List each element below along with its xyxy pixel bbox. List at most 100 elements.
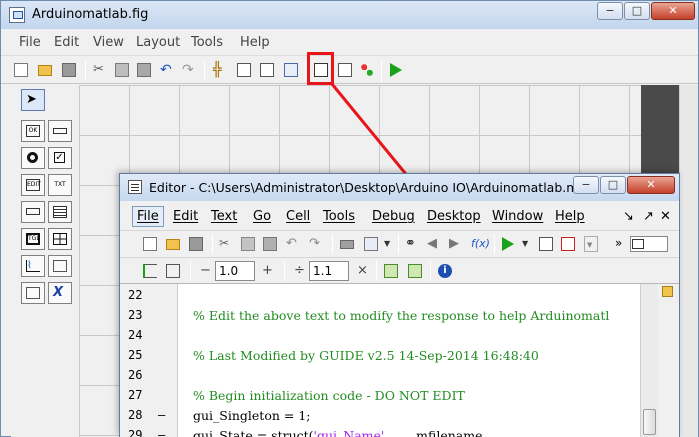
new-figure-button[interactable] <box>12 61 30 79</box>
ed-set-breakpoint-button[interactable] <box>538 236 554 252</box>
guide-menu-help[interactable]: Help <box>240 35 270 50</box>
dock-icon[interactable]: ↘ <box>623 209 634 224</box>
code-line[interactable]: % Last Modified by GUIDE v2.5 14-Sep-201… <box>193 348 539 363</box>
ed-forward-button[interactable]: ▶ <box>448 236 464 252</box>
menu-editor-button[interactable] <box>235 61 253 79</box>
ed-cut-button[interactable]: ✂ <box>218 236 234 252</box>
property-inspector-button[interactable] <box>336 61 354 79</box>
ed-clear-breakpoints-button[interactable] <box>560 236 576 252</box>
palette-select-tool[interactable]: ➤ <box>21 89 45 111</box>
guide-maximize-button[interactable]: □ <box>624 2 650 20</box>
guide-menu-edit[interactable]: Edit <box>54 35 79 50</box>
editor-maximize-button[interactable]: □ <box>600 176 626 194</box>
divide-label[interactable]: ÷ <box>294 263 305 278</box>
palette-push-button[interactable]: OK <box>21 120 45 142</box>
toolbar-editor-button[interactable] <box>282 61 300 79</box>
increment-label[interactable]: + <box>262 263 273 278</box>
copy-button[interactable] <box>113 61 131 79</box>
guide-menu-view[interactable]: View <box>93 35 124 50</box>
ed-cell-mode-button[interactable] <box>363 236 379 252</box>
ed-copy-button[interactable] <box>240 236 256 252</box>
palette-panel[interactable] <box>48 255 72 277</box>
scale-value-field[interactable]: 1.1 <box>309 261 349 281</box>
palette-toggle-button[interactable]: TGL <box>21 228 45 250</box>
run-figure-button[interactable] <box>388 61 406 79</box>
decrement-label[interactable]: − <box>200 263 211 278</box>
increment-value-field[interactable]: 1.0 <box>215 261 255 281</box>
editor-menu-help[interactable]: Help <box>555 209 585 224</box>
cut-button[interactable]: ✂ <box>91 61 109 79</box>
ed-save-button[interactable] <box>188 236 204 252</box>
editor-menu-file[interactable]: File <box>132 206 164 227</box>
editor-menu-cell[interactable]: Cell <box>286 209 310 224</box>
paste-button[interactable] <box>135 61 153 79</box>
palette-axes[interactable]: ⌇ <box>21 255 45 277</box>
code-scroll-thumb[interactable] <box>643 409 656 435</box>
editor-menu-desktop[interactable]: Desktop <box>427 209 481 224</box>
warning-indicator-icon[interactable] <box>662 286 673 297</box>
editor-menu-window[interactable]: Window <box>492 209 543 224</box>
ed-undo-button[interactable]: ↶ <box>285 236 301 252</box>
editor-menu-edit[interactable]: Edit <box>173 209 198 224</box>
guide-close-button[interactable]: ✕ <box>651 2 695 20</box>
ed-toolbar-overflow[interactable]: » <box>614 236 630 252</box>
ed-run-dropdown[interactable]: ▼ <box>521 236 537 252</box>
ed-layout-dropdown[interactable] <box>630 236 668 252</box>
insert-cell-divider-button[interactable] <box>142 263 158 279</box>
code-line[interactable]: % Edit the above text to modify the resp… <box>193 308 609 323</box>
editor-close-button[interactable]: ✕ <box>627 176 675 194</box>
evaluate-cell-button[interactable] <box>383 263 399 279</box>
redo-button[interactable]: ↷ <box>180 61 198 79</box>
palette-activex[interactable]: X <box>48 282 72 304</box>
editor-menu-debug[interactable]: Debug <box>372 209 415 224</box>
editor-menu-tools[interactable]: Tools <box>323 209 355 224</box>
ed-back-button[interactable]: ◀ <box>426 236 442 252</box>
ed-print-button[interactable] <box>339 236 355 252</box>
executable-line-marker[interactable]: – <box>158 408 165 422</box>
tab-order-editor-button[interactable] <box>258 61 276 79</box>
undo-button[interactable]: ↶ <box>158 61 176 79</box>
ed-find-button[interactable]: ⚭ <box>404 236 420 252</box>
undock-icon[interactable]: ↗ <box>643 209 654 224</box>
align-objects-button[interactable]: ╬ <box>211 61 229 79</box>
multiply-label[interactable]: × <box>357 263 368 278</box>
insert-cell-title-button[interactable] <box>165 263 181 279</box>
palette-radio-button[interactable] <box>21 147 45 169</box>
palette-slider[interactable] <box>48 120 72 142</box>
guide-menu-layout[interactable]: Layout <box>136 35 180 50</box>
ed-run-button[interactable] <box>501 236 517 252</box>
code-line[interactable]: gui_Singleton = 1; <box>193 408 311 423</box>
ed-paste-button[interactable] <box>262 236 278 252</box>
palette-button-group[interactable] <box>21 282 45 304</box>
code-line[interactable]: gui_State = struct('gui_Name', mfilename… <box>193 428 502 437</box>
palette-listbox[interactable] <box>48 201 72 223</box>
guide-menu-tools[interactable]: Tools <box>191 35 223 50</box>
object-browser-button[interactable] <box>358 61 376 79</box>
cell-help-button[interactable]: i <box>437 263 453 279</box>
ed-new-button[interactable] <box>142 236 158 252</box>
editor-minimize-button[interactable]: − <box>573 176 599 194</box>
guide-menu-file[interactable]: File <box>19 35 41 50</box>
guide-minimize-button[interactable]: − <box>597 2 623 20</box>
code-editor[interactable]: 22 23 24 25 26 27 28 – 29 – % Edit the above text… <box>120 284 679 437</box>
ed-cell-mode-dropdown[interactable]: ▼ <box>383 236 399 252</box>
palette-checkbox[interactable]: ✓ <box>48 147 72 169</box>
ed-open-button[interactable] <box>165 236 181 252</box>
palette-static-text[interactable]: TXT <box>48 174 72 196</box>
editor-menu-go[interactable]: Go <box>253 209 271 224</box>
editor-menu-text[interactable]: Text <box>211 209 237 224</box>
executable-line-marker[interactable]: – <box>158 428 165 437</box>
code-vertical-scrollbar[interactable] <box>640 284 658 437</box>
code-line[interactable]: % Begin initialization code - DO NOT EDI… <box>193 388 465 403</box>
ed-redo-button[interactable]: ↷ <box>308 236 324 252</box>
guide-vertical-scrollbar[interactable] <box>679 85 698 437</box>
open-button[interactable] <box>36 61 54 79</box>
evaluate-cell-advance-button[interactable] <box>407 263 423 279</box>
palette-popup-menu[interactable] <box>21 201 45 223</box>
palette-edit-text[interactable]: EDIT <box>21 174 45 196</box>
palette-table[interactable] <box>48 228 72 250</box>
ed-function-button[interactable]: f(x) <box>470 236 490 252</box>
ed-stack-dropdown[interactable]: ▼ <box>584 236 598 252</box>
save-button[interactable] <box>60 61 78 79</box>
close-document-icon[interactable]: ✕ <box>660 209 671 224</box>
